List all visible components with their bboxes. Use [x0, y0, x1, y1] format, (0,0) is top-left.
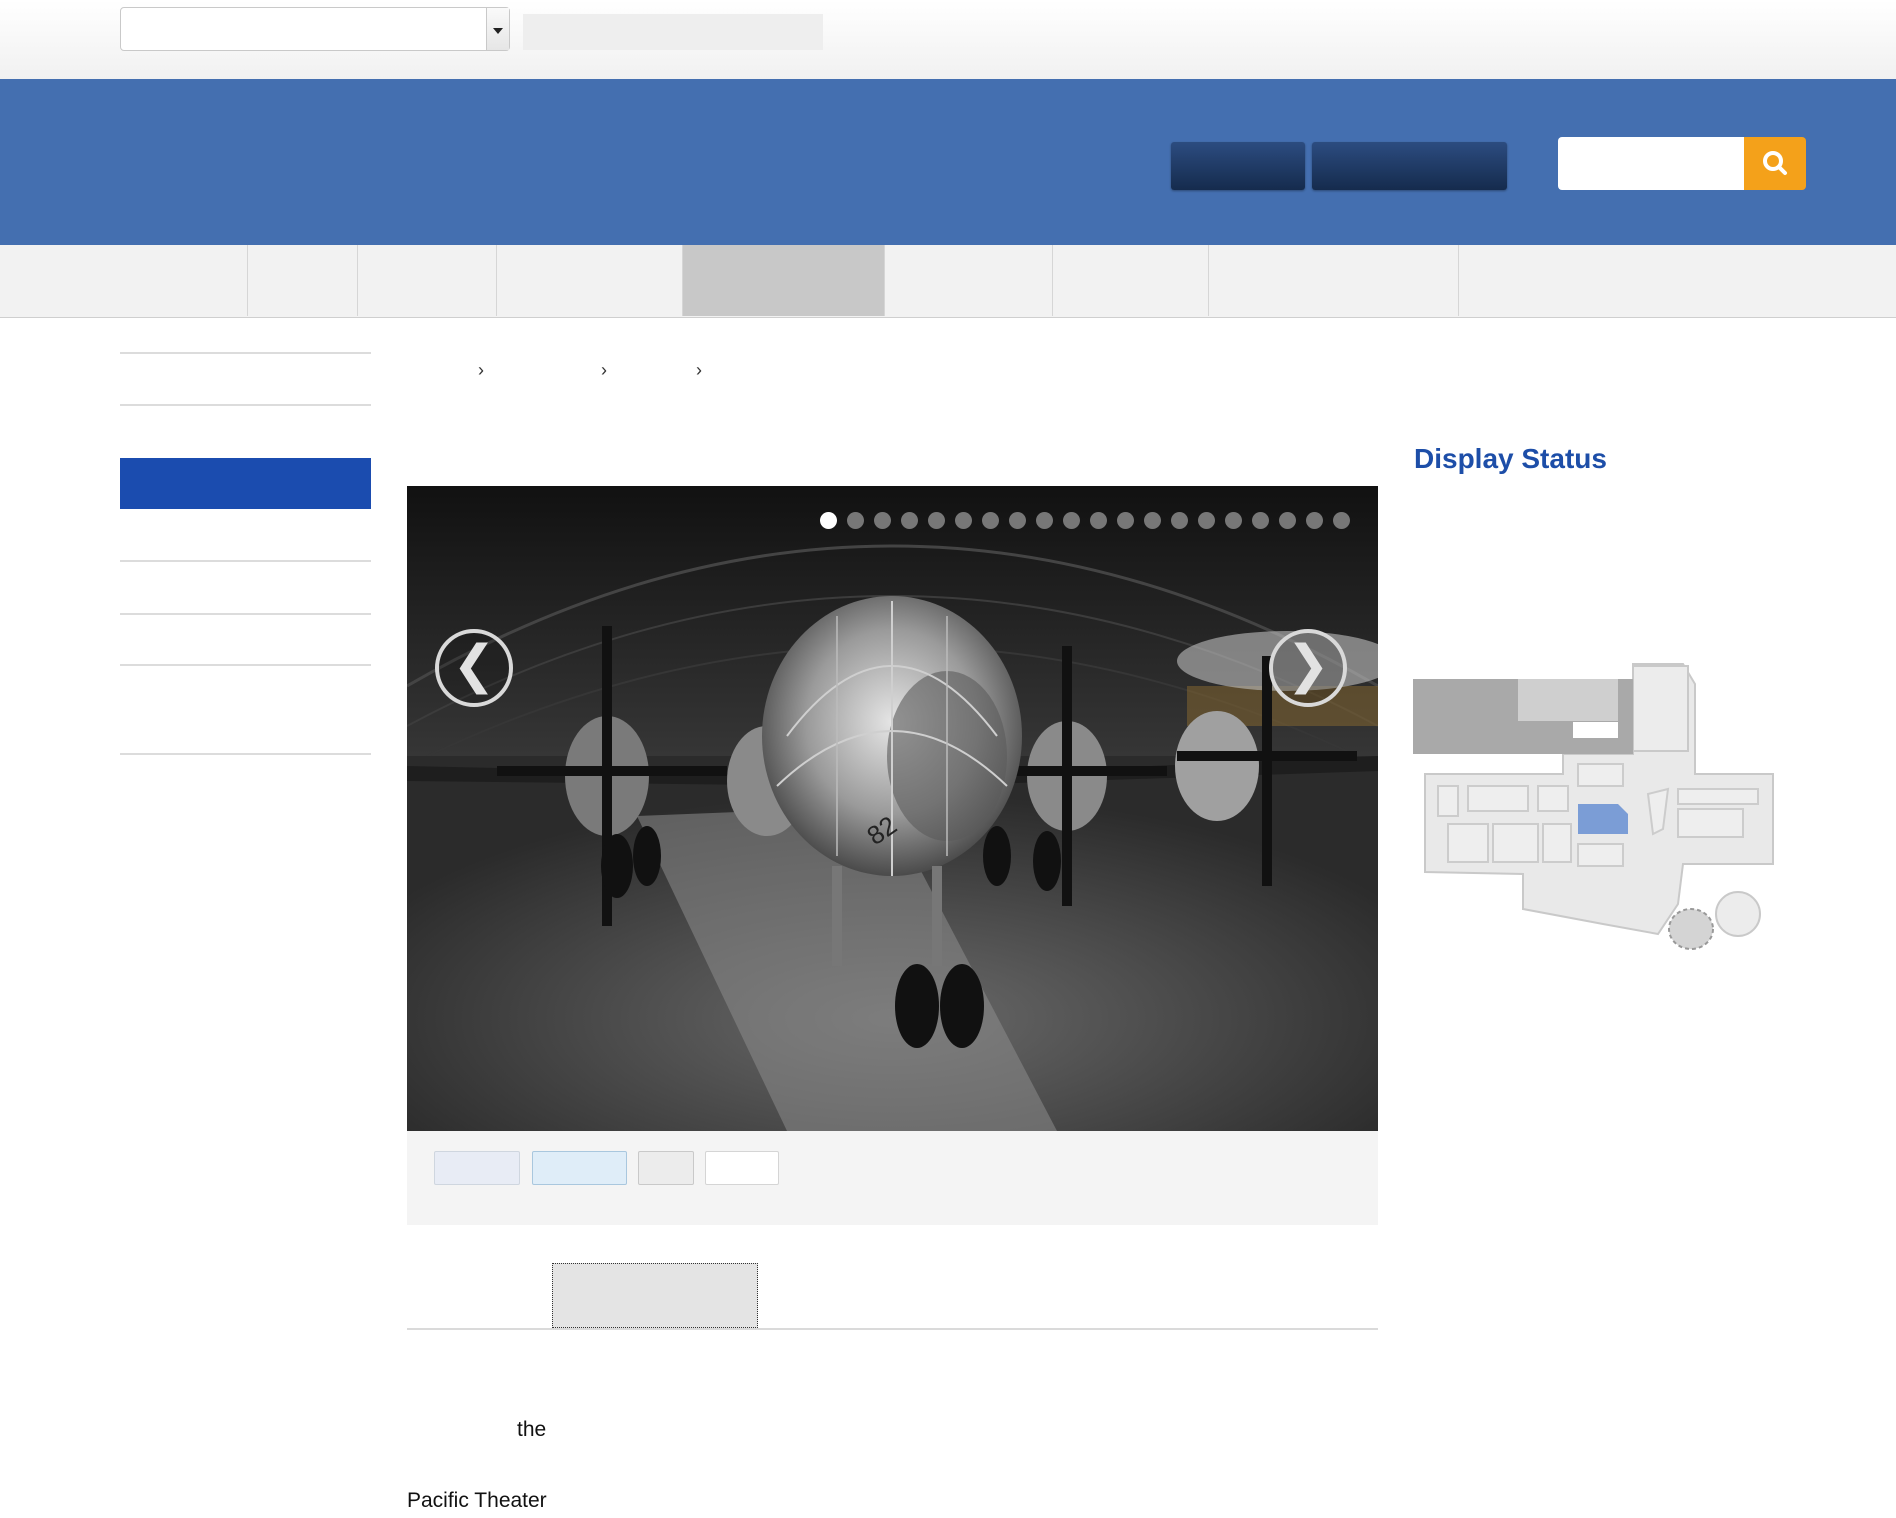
sidebar-divider [120, 664, 371, 666]
slide-dot[interactable] [1171, 512, 1188, 529]
sidebar-divider [120, 560, 371, 562]
slide-dot[interactable] [1117, 512, 1134, 529]
museum-floor-map [1413, 663, 1774, 950]
previous-slide-button[interactable]: ❮ [435, 629, 513, 707]
slide-dot[interactable] [1063, 512, 1080, 529]
search-button[interactable] [1744, 137, 1806, 190]
selected-tab-box[interactable] [552, 1263, 758, 1328]
nav-tab-1[interactable] [0, 245, 248, 316]
nav-tab-6[interactable] [885, 245, 1053, 316]
toolbar-button-1[interactable] [434, 1151, 520, 1185]
slide-dot[interactable] [1090, 512, 1107, 529]
language-select[interactable] [120, 7, 510, 51]
sidebar-divider [120, 352, 371, 354]
slide-dot[interactable] [1009, 512, 1026, 529]
nav-tab-5-active[interactable] [683, 245, 885, 316]
breadcrumb-separator: › [601, 360, 607, 380]
breadcrumb-separator: › [696, 360, 702, 380]
next-slide-button[interactable]: ❯ [1269, 629, 1347, 707]
header-button-2[interactable] [1312, 142, 1507, 190]
slide-dot[interactable] [1306, 512, 1323, 529]
slideshow-toolbar [407, 1131, 1378, 1225]
slide-dot-active[interactable] [820, 512, 837, 529]
nav-tab-7[interactable] [1053, 245, 1209, 316]
header-button-1[interactable] [1171, 142, 1305, 190]
display-status-heading: Display Status [1414, 443, 1607, 474]
b29-aircraft-photo: 82 [407, 486, 1378, 1131]
slide-dot[interactable] [1036, 512, 1053, 529]
search-input[interactable] [1558, 137, 1744, 190]
slide-dot[interactable] [901, 512, 918, 529]
sidebar-divider [120, 753, 371, 755]
slide-dot[interactable] [847, 512, 864, 529]
nav-tab-2[interactable] [248, 245, 358, 316]
search-icon [1763, 151, 1787, 175]
toolbar-button-2[interactable] [532, 1151, 627, 1185]
slide-dot[interactable] [1333, 512, 1350, 529]
nav-tab-3[interactable] [358, 245, 497, 316]
sidebar-divider [120, 613, 371, 615]
aircraft-photo-slideshow[interactable]: 82 ❮ ❯ [407, 486, 1378, 1131]
chevron-right-icon: ❯ [1286, 636, 1330, 694]
nav-tab-8[interactable] [1209, 245, 1459, 316]
main-navigation [0, 245, 1896, 318]
breadcrumb-separator: › [478, 360, 484, 380]
sidebar-item-active[interactable] [120, 458, 371, 509]
body-text-the: the [517, 1418, 547, 1441]
slide-dot[interactable] [955, 512, 972, 529]
content-divider [407, 1328, 1378, 1330]
toolbar-button-3[interactable] [638, 1151, 694, 1185]
slide-dot[interactable] [874, 512, 891, 529]
nav-tab-9[interactable] [1459, 245, 1896, 316]
slide-dot[interactable] [1225, 512, 1242, 529]
slide-dot[interactable] [928, 512, 945, 529]
slide-dot[interactable] [982, 512, 999, 529]
chevron-down-icon[interactable] [486, 8, 509, 50]
slide-dot[interactable] [1279, 512, 1296, 529]
sidebar-divider [120, 404, 371, 406]
chevron-left-icon: ❮ [452, 636, 496, 694]
toolbar-button-4[interactable] [705, 1151, 779, 1185]
slide-dot[interactable] [1252, 512, 1269, 529]
nav-tab-4[interactable] [497, 245, 683, 316]
top-utility-field [523, 14, 823, 50]
body-text-pacific-theater: Pacific Theater [407, 1489, 547, 1512]
map-current-location-highlight [1578, 804, 1628, 834]
slide-dot[interactable] [1198, 512, 1215, 529]
slide-dot[interactable] [1144, 512, 1161, 529]
